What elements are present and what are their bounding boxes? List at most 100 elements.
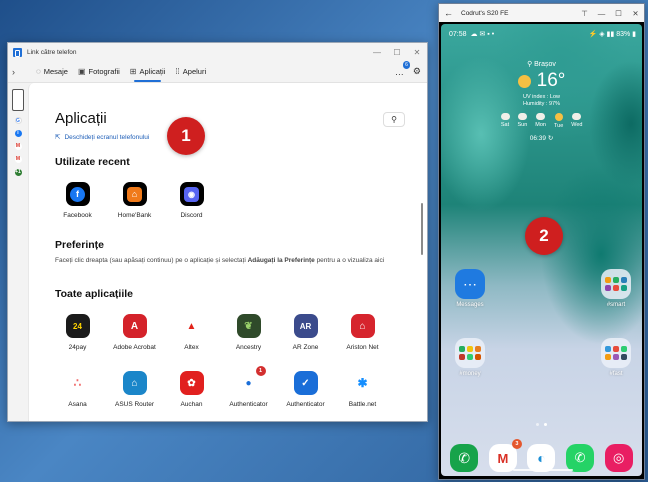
weather-widget[interactable]: ⚲ Brașov 16° UV index : Low Humidity : 9… <box>441 60 642 142</box>
apps-content: Aplicații ⚲ ⇱ Deschideți ecranul telefon… <box>28 83 427 421</box>
phone-title-bar[interactable]: ← Codrut's S20 FE ⊤ — ☐ ✕ <box>439 4 644 22</box>
app-label: Auchan <box>180 401 203 408</box>
app-ariston-net[interactable]: ⌂ Ariston Net <box>334 314 391 351</box>
uv-index: UV index : Low <box>523 94 560 100</box>
app-asana[interactable]: ∴ Asana <box>49 371 106 408</box>
app-facebook[interactable]: f Facebook <box>49 182 106 219</box>
app-label: Authenticator <box>229 401 268 408</box>
altex-icon: ▲ <box>179 314 204 338</box>
camera-icon[interactable]: ◎ <box>604 444 633 472</box>
navigation-handle[interactable] <box>513 469 573 471</box>
app-auchan[interactable]: ✿ Auchan <box>163 371 220 408</box>
weather-info: UV index : Low Humidity : 97% <box>441 94 642 108</box>
app-label: Messages <box>456 302 484 308</box>
app-label: Ariston Net <box>346 344 379 351</box>
phone-link-logo-icon <box>13 47 22 57</box>
favorites-text-end: pentru a o vizualiza aici <box>314 257 385 264</box>
pin-icon[interactable]: ⊤ <box>576 9 593 18</box>
app-discord[interactable]: ◉ Discord <box>163 182 220 219</box>
app-altex[interactable]: ▲ Altex <box>163 314 220 351</box>
cloud-rain-icon <box>517 113 527 120</box>
open-phone-screen-link[interactable]: ⇱ Deschideți ecranul telefonului <box>55 133 427 142</box>
phone-icon[interactable]: ✆ <box>450 444 479 472</box>
refresh-icon[interactable]: ↻ <box>548 135 553 142</box>
expand-chevron-icon[interactable]: › <box>12 67 26 77</box>
battle-net-icon: ✱ <box>350 371 375 395</box>
edge-icon[interactable]: ◐ <box>527 444 556 472</box>
tab-messages[interactable]: ◌ Mesaje <box>36 61 68 82</box>
back-arrow-icon[interactable]: ← <box>444 8 453 18</box>
facebook-icon: f <box>65 182 90 206</box>
icon-glyph: ◉ <box>184 186 199 202</box>
scrollbar[interactable] <box>421 203 423 255</box>
messages-app[interactable]: ⋯ Messages <box>450 269 490 308</box>
dock: ✆ M3 ◐ ✆ ◎ <box>441 439 642 472</box>
close-button[interactable]: ✕ <box>407 48 427 57</box>
humidity: Humidity : 97% <box>523 101 560 107</box>
fast-folder[interactable]: #fast <box>596 338 636 377</box>
day-label: Sun <box>517 122 528 128</box>
photo-icon: ▣ <box>77 67 86 76</box>
minimize-button[interactable]: — <box>367 48 387 57</box>
favorites-heading: Preferințe <box>55 239 105 251</box>
day-label: Mon <box>535 122 546 128</box>
window-title: Link către telefon <box>27 48 77 56</box>
folder-icon <box>601 269 631 299</box>
cloud-rain-icon <box>536 113 546 120</box>
title-bar[interactable]: Link către telefon — ☐ ✕ <box>8 43 427 61</box>
app-label: #money <box>459 371 481 377</box>
city-name: Brașov <box>534 61 556 68</box>
app-label: #smart <box>606 302 626 308</box>
app-adobe-acrobat[interactable]: A Adobe Acrobat <box>106 314 163 351</box>
info-app-icon[interactable]: i <box>14 130 22 137</box>
gear-icon[interactable]: ⚙ <box>413 66 421 77</box>
phone-title: Codrut's S20 FE <box>461 9 509 17</box>
phone-thumbnail-icon[interactable] <box>12 89 24 111</box>
minimize-button[interactable]: — <box>593 9 610 18</box>
temperature: 16° <box>536 70 566 91</box>
gmail-icon[interactable]: M <box>14 143 22 150</box>
search-button[interactable]: ⚲ <box>383 112 405 127</box>
more-apps-icon[interactable]: +1 <box>14 169 22 176</box>
icon-glyph: ⌂ <box>127 186 142 202</box>
app-authenticator[interactable]: ✓ Authenticator <box>277 371 334 408</box>
ar-zone-icon: AR <box>293 314 318 338</box>
status-time: 07:58 <box>449 30 467 38</box>
asus-router-icon: ⌂ <box>122 371 147 395</box>
app-24pay[interactable]: 24 24pay <box>49 314 106 351</box>
tab-calls[interactable]: ⁞⁞ Apeluri <box>175 61 206 82</box>
forecast-day: Sat <box>500 113 510 129</box>
tab-apps[interactable]: ⊞ Aplicații <box>130 61 165 82</box>
sun-icon <box>554 113 563 121</box>
tab-label: Fotografii <box>88 67 120 76</box>
app-authenticator-microsoft[interactable]: ● 1 Authenticator <box>220 366 277 408</box>
top-nav: › ◌ Mesaje ▣ Fotografii ⊞ Aplicații ⁞⁞ A… <box>8 60 427 83</box>
app-label: Battle.net <box>348 401 377 408</box>
app-battle-net[interactable]: ✱ Battle.net <box>334 371 391 408</box>
google-icon[interactable]: G <box>14 117 22 124</box>
gmail-icon[interactable]: M3 <box>488 439 522 472</box>
favorites-text: Faceți clic dreapta (sau apăsați continu… <box>55 257 248 264</box>
app-label: Facebook <box>63 212 92 219</box>
day-label: Sat <box>500 122 510 128</box>
maximize-button[interactable]: ☐ <box>610 9 627 18</box>
tab-photos[interactable]: ▣ Fotografii <box>78 61 120 82</box>
smart-folder[interactable]: #smart <box>596 269 636 308</box>
app-asus-router[interactable]: ⌂ ASUS Router <box>106 371 163 408</box>
page-indicator[interactable] <box>441 423 642 426</box>
notification-badge: 1 <box>255 366 266 376</box>
more-options-button[interactable]: … 6 <box>395 60 410 77</box>
app-ar-zone[interactable]: AR AR Zone <box>277 314 334 351</box>
cloud-rain-icon <box>572 113 582 120</box>
app-homebank[interactable]: ⌂ Home'Bank <box>106 182 163 219</box>
app-ancestry[interactable]: ❦ Ancestry <box>220 314 277 351</box>
notification-badge: 6 <box>403 60 410 69</box>
gmail-alt-icon[interactable]: M <box>14 156 22 163</box>
close-button[interactable]: ✕ <box>627 9 644 18</box>
message-icon: ◌ <box>36 67 41 76</box>
homebank-icon: ⌂ <box>122 182 147 206</box>
page-dot <box>536 423 539 426</box>
maximize-button[interactable]: ☐ <box>387 48 407 57</box>
whatsapp-icon[interactable]: ✆ <box>566 444 595 472</box>
money-folder[interactable]: #money <box>450 338 490 377</box>
